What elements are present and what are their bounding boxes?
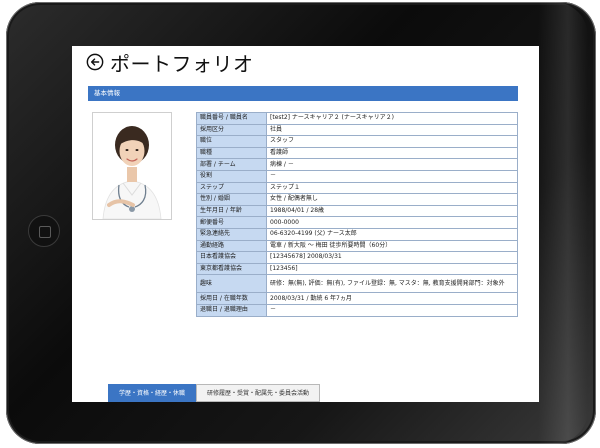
tab-education-qualifications[interactable]: 学歴・資格・経歴・休職 [108, 384, 197, 402]
row-value: [123456] [266, 262, 518, 276]
row-label: 職種 [196, 146, 267, 160]
row-label: 職員番号 / 職員名 [196, 112, 267, 125]
row-value: 電車 / 新大阪 ～ 梅田 徒歩所要時間（60分） [266, 239, 518, 253]
row-label: 趣味 [196, 274, 267, 294]
row-label: 生年月日 / 年齢 [196, 204, 267, 218]
row-label: 緊急連絡先 [196, 227, 267, 241]
staff-photo [92, 112, 172, 220]
table-row: 部署 / チーム 病棟 / － [196, 158, 518, 171]
row-label: 退職日 / 退職理由 [196, 303, 267, 317]
table-row: 職位 スタッフ [196, 135, 518, 148]
row-value: 06-6320-4199 (父) ナース太郎 [266, 227, 518, 241]
nurse-portrait-image [93, 113, 171, 219]
table-row: 採用日 / 在職年数 2008/03/31 / 勤続 6 年7ヵ月 [196, 292, 518, 305]
table-row: 職員番号 / 職員名 [test2] ナースキャリア２ (ナースキャリア２) [196, 112, 518, 125]
page-title: ポートフォリオ [110, 51, 254, 76]
row-label: 通勤経路 [196, 239, 267, 253]
tab-training-history[interactable]: 研修履歴・受賞・配属先・委員会活動 [196, 384, 321, 402]
table-row: 役割－ [196, 169, 518, 183]
row-value: － [266, 169, 518, 183]
table-row: 東京都看護協会 [123456] [196, 262, 518, 276]
title-bar: ポートフォリオ [86, 50, 254, 76]
section-header-basic-info: 基本情報 [88, 86, 518, 101]
table-row: 生年月日 / 年齢 1988/04/01 / 28歳 [196, 204, 518, 218]
table-row: 退職日 / 退職理由－ [196, 303, 518, 317]
table-row: 日本看護協会 [12345678] 2008/03/31 [196, 251, 518, 264]
table-row: 緊急連絡先 06-6320-4199 (父) ナース太郎 [196, 227, 518, 241]
row-value: － [266, 303, 518, 317]
row-label: 職位 [196, 135, 267, 148]
table-row: ステップ ステップ１ [196, 181, 518, 195]
table-row: 職種 看護師 [196, 146, 518, 160]
table-row: 趣味 研修：無(無), 評価：無(有), ファイル登録：無, マスタ：無, 教育支… [196, 274, 518, 294]
row-value: 2008/03/31 / 勤続 6 年7ヵ月 [266, 292, 518, 305]
row-label: 郵便番号 [196, 216, 267, 229]
row-label: 東京都看護協会 [196, 262, 267, 276]
row-value: 1988/04/01 / 28歳 [266, 204, 518, 218]
row-value: [12345678] 2008/03/31 [266, 251, 518, 264]
row-label: 採用日 / 在職年数 [196, 292, 267, 305]
row-label: 性別 / 婚姻 [196, 193, 267, 206]
row-value: 病棟 / － [266, 158, 518, 171]
table-row: 郵便番号 000-0000 [196, 216, 518, 229]
table-row: 採用区分 社員 [196, 123, 518, 137]
staff-info-table: 職員番号 / 職員名 [test2] ナースキャリア２ (ナースキャリア２) 採用… [196, 112, 518, 317]
app-screen: ポートフォリオ 基本情報 職員番号 / 職員名 [test2] ナースキャリア２… [72, 46, 539, 402]
row-value: 研修：無(無), 評価：無(有), ファイル登録：無, マスタ：無, 教育支援開… [266, 274, 518, 294]
row-label: 役割 [196, 169, 267, 183]
row-value: スタッフ [266, 135, 518, 148]
row-value: 社員 [266, 123, 518, 137]
row-value: 000-0000 [266, 216, 518, 229]
row-value: ステップ１ [266, 181, 518, 195]
table-row: 性別 / 婚姻 女性 / 配偶者無し [196, 193, 518, 206]
tab-bar: 学歴・資格・経歴・休職 研修履歴・受賞・配属先・委員会活動 [108, 384, 321, 402]
row-value: 看護師 [266, 146, 518, 160]
row-label: ステップ [196, 181, 267, 195]
row-label: 採用区分 [196, 123, 267, 137]
row-label: 部署 / チーム [196, 158, 267, 171]
row-label: 日本看護協会 [196, 251, 267, 264]
row-value: [test2] ナースキャリア２ (ナースキャリア２) [266, 112, 518, 125]
table-row: 通勤経路 電車 / 新大阪 ～ 梅田 徒歩所要時間（60分） [196, 239, 518, 253]
home-button[interactable] [28, 215, 60, 247]
tablet-device-frame: ポートフォリオ 基本情報 職員番号 / 職員名 [test2] ナースキャリア２… [6, 2, 596, 444]
row-value: 女性 / 配偶者無し [266, 193, 518, 206]
back-arrow-circle-icon[interactable] [86, 53, 104, 71]
